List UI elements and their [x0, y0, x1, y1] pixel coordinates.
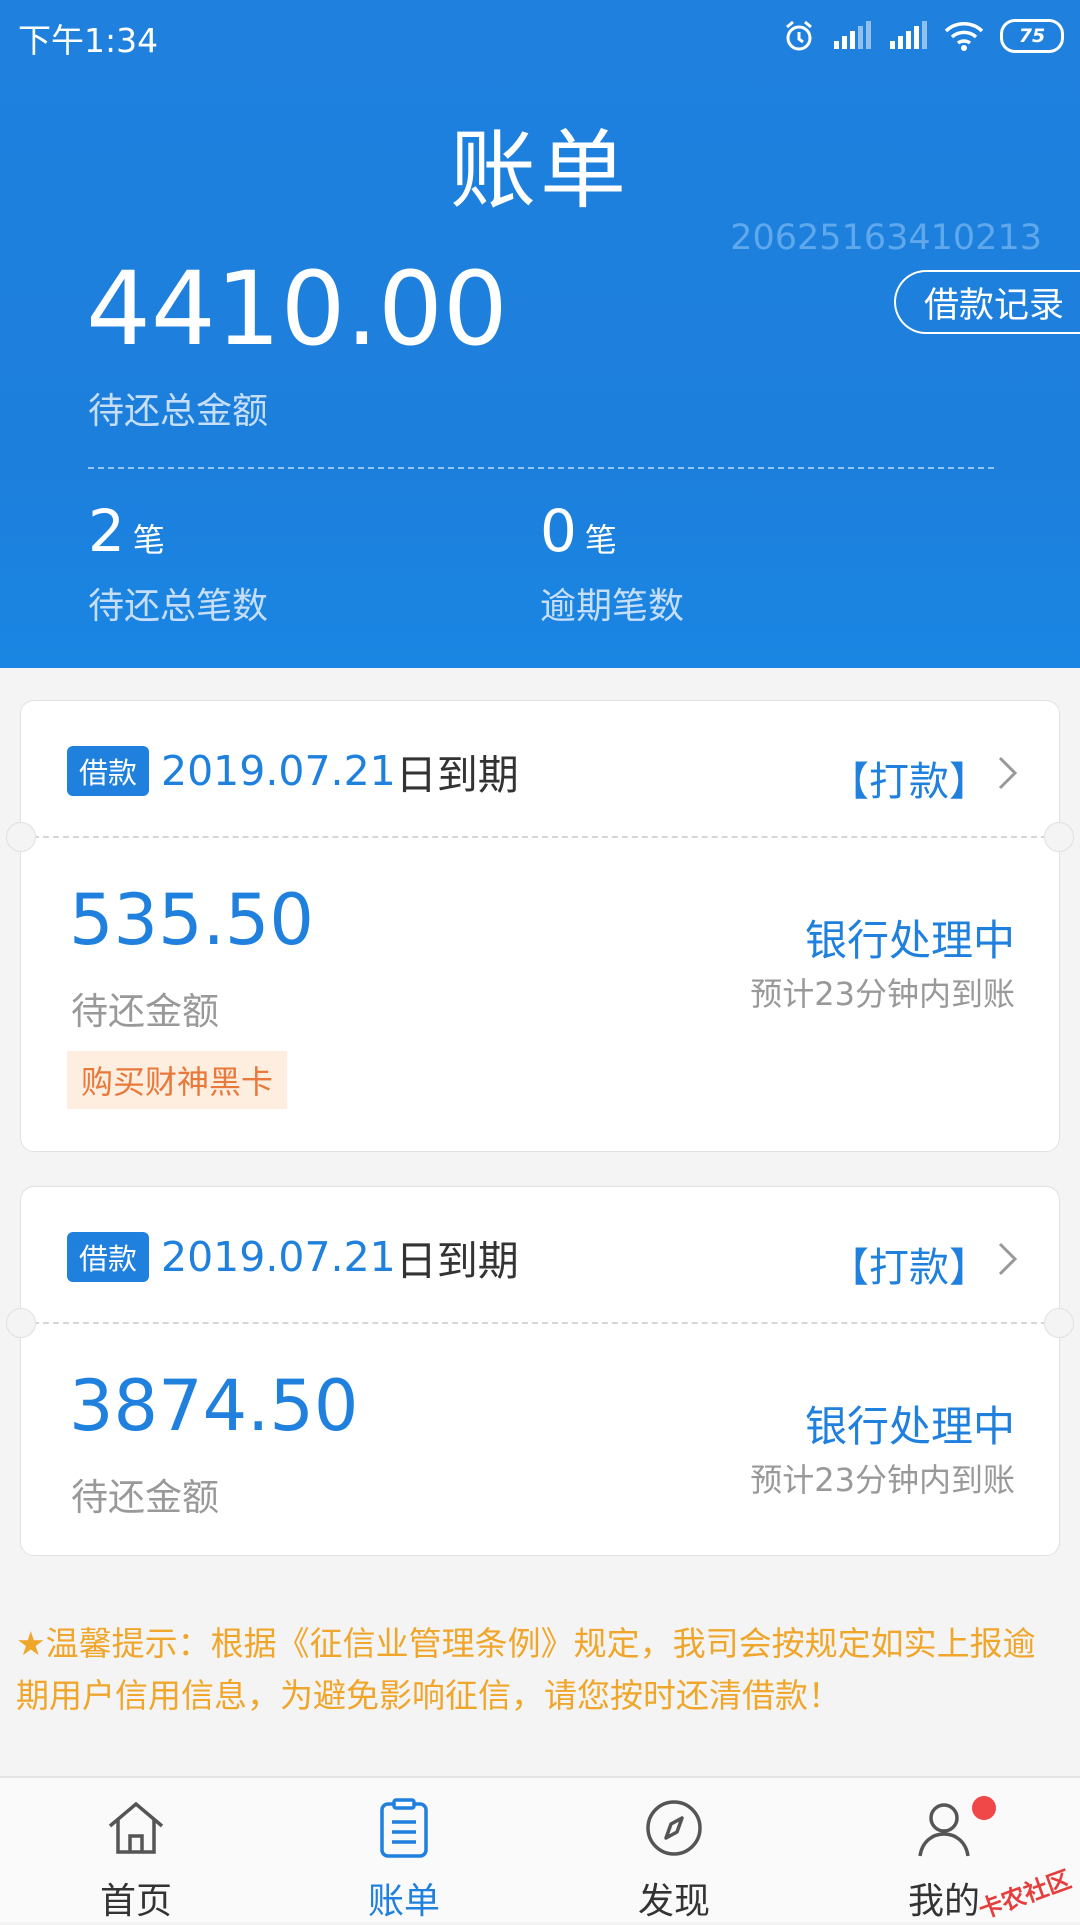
bill-card-header: 借款 2019.07.21 日到期	[67, 741, 519, 801]
card-notch	[1044, 822, 1074, 852]
tab-home[interactable]: 首页	[36, 1778, 236, 1922]
pay-button[interactable]: 【打款】	[829, 1235, 989, 1293]
due-date: 2019.07.21	[161, 747, 396, 795]
tab-discover-label: 发现	[637, 1881, 710, 1922]
pending-count-label: 待还总笔数	[88, 586, 269, 627]
total-amount-label: 待还总金额	[88, 391, 269, 432]
battery-icon: 75	[1000, 19, 1064, 53]
loan-tag: 借款	[67, 1232, 150, 1282]
bill-card[interactable]: 借款 2019.07.21 日到期 【打款】 535.50 待还金额 银行处理中 …	[6, 700, 1074, 1152]
bill-status: 银行处理中	[804, 916, 1015, 965]
page-title: 账单	[450, 121, 630, 221]
bill-amount-label: 待还金额	[71, 990, 219, 1033]
tab-bill-label: 账单	[367, 1881, 440, 1922]
pending-count-value: 2	[88, 497, 125, 565]
compass-icon	[642, 1796, 706, 1860]
bill-status-detail: 预计23分钟内到账	[750, 1461, 1015, 1499]
loan-record-button[interactable]: 借款记录	[894, 270, 1080, 334]
divider	[88, 467, 994, 469]
bottom-tab-bar: 首页 账单 发现 我的 卡农社区	[0, 1776, 1080, 1924]
overdue-count-unit: 笔	[584, 521, 617, 559]
bill-icon	[372, 1796, 436, 1860]
card-notch	[6, 822, 36, 852]
card-notch	[1044, 1308, 1074, 1338]
home-icon	[104, 1796, 168, 1860]
due-suffix: 日到期	[395, 1237, 519, 1285]
total-amount: 4410.00	[86, 250, 508, 369]
wifi-icon	[944, 20, 984, 52]
bill-amount-label: 待还金额	[71, 1476, 219, 1519]
alarm-icon	[782, 19, 816, 53]
tab-home-label: 首页	[99, 1881, 172, 1922]
signal-icon	[832, 21, 872, 51]
bill-card[interactable]: 借款 2019.07.21 日到期 【打款】 3874.50 待还金额 银行处理中…	[6, 1186, 1074, 1556]
overdue-count: 0笔 逾期笔数	[540, 497, 684, 629]
bill-status-detail: 预计23分钟内到账	[750, 975, 1015, 1013]
card-divider	[33, 836, 1047, 838]
bill-amount: 3874.50	[69, 1365, 359, 1447]
notification-dot	[972, 1796, 996, 1820]
chevron-right-icon[interactable]	[997, 1241, 1019, 1281]
status-icons: 75	[782, 14, 1064, 58]
chevron-right-icon[interactable]	[997, 755, 1019, 795]
bill-amount: 535.50	[69, 879, 314, 961]
status-time: 下午1:34	[18, 21, 159, 60]
tab-discover[interactable]: 发现	[574, 1778, 774, 1922]
bill-card-header: 借款 2019.07.21 日到期	[67, 1227, 519, 1287]
order-number: 20625163410213	[730, 218, 1042, 258]
pending-count: 2笔 待还总笔数	[88, 497, 268, 629]
due-suffix: 日到期	[395, 751, 519, 799]
pending-count-unit: 笔	[132, 521, 165, 559]
tab-bill[interactable]: 账单	[304, 1778, 504, 1922]
promo-badge[interactable]: 购买财神黑卡	[67, 1051, 288, 1109]
overdue-count-label: 逾期笔数	[540, 586, 685, 627]
warm-notice: ★温馨提示：根据《征信业管理条例》规定，我司会按规定如实上报逾期用户信用信息，为…	[16, 1624, 1036, 1715]
bill-header: 下午1:34 75 账单 20625163410213 借款记录 4410.00…	[0, 0, 1080, 668]
card-divider	[33, 1322, 1047, 1324]
bill-status: 银行处理中	[804, 1402, 1015, 1451]
pay-button[interactable]: 【打款】	[829, 749, 989, 807]
loan-tag: 借款	[67, 746, 150, 796]
overdue-count-value: 0	[540, 497, 577, 565]
card-notch	[6, 1308, 36, 1338]
signal-icon	[888, 21, 928, 51]
user-icon	[912, 1796, 976, 1860]
due-date: 2019.07.21	[161, 1233, 396, 1281]
